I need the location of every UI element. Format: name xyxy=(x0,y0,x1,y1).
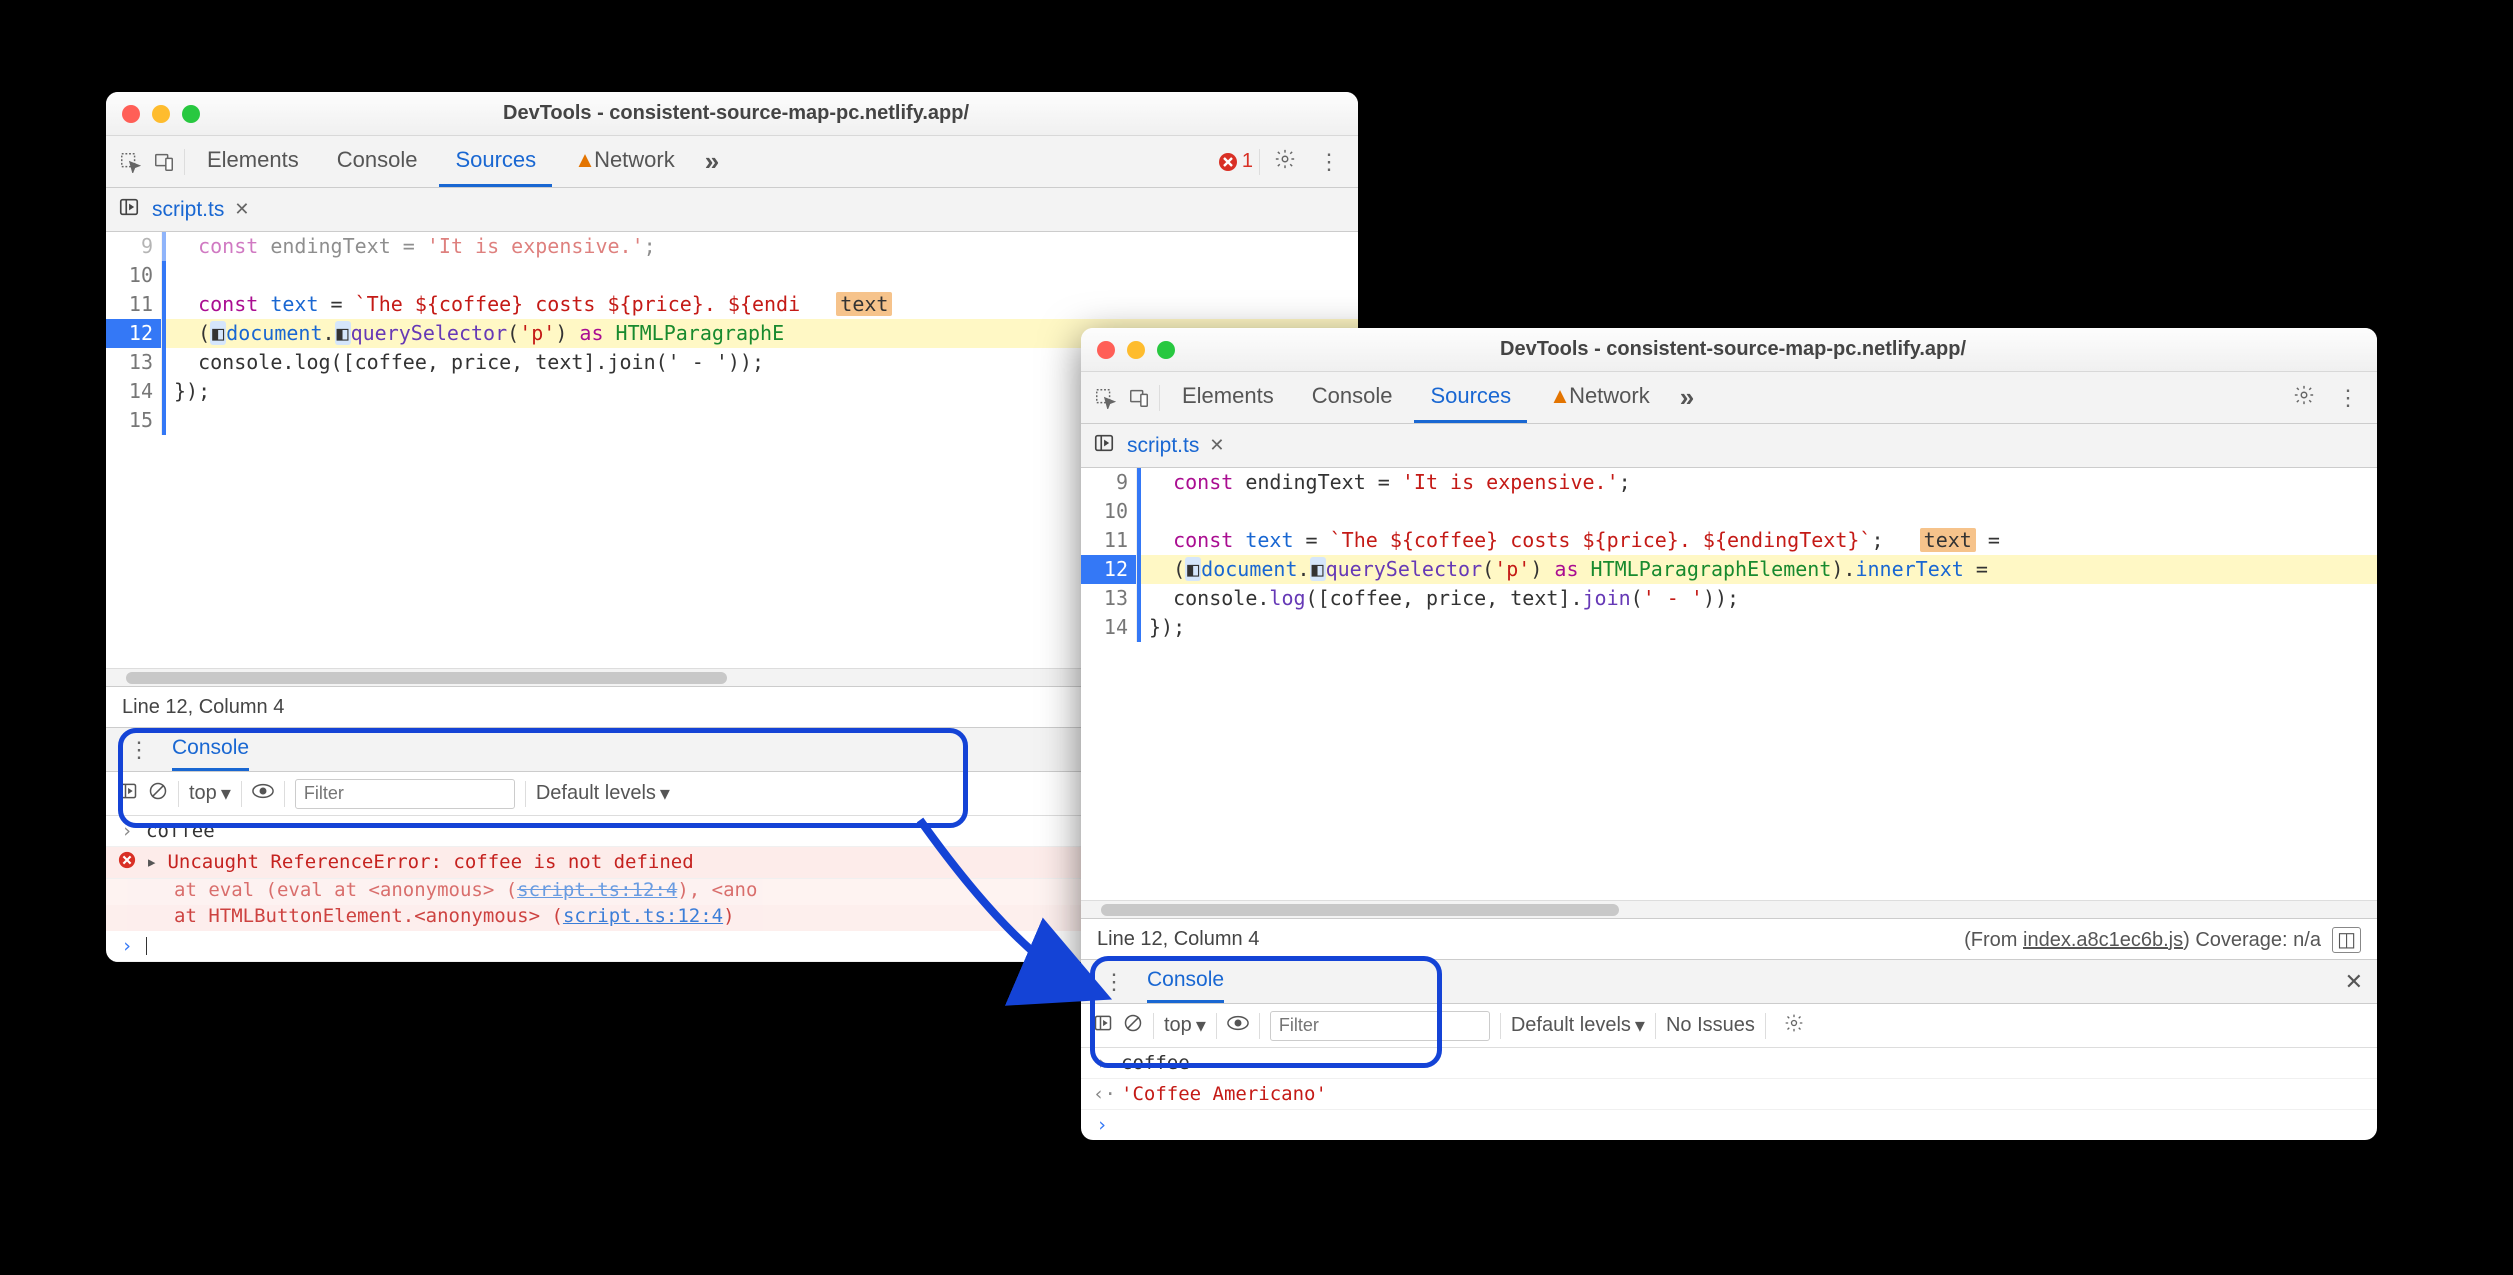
drawer-tabbar: ⋮ Console ✕ xyxy=(1081,960,2377,1004)
close-window-button[interactable] xyxy=(1097,341,1115,359)
tab-elements[interactable]: Elements xyxy=(1166,372,1290,423)
horizontal-scrollbar[interactable] xyxy=(1081,900,2377,918)
device-toggle-icon[interactable] xyxy=(150,151,178,173)
context-selector[interactable]: top ▾ xyxy=(189,781,231,806)
navigator-toggle-icon[interactable] xyxy=(118,196,140,224)
file-tab[interactable]: script.ts ✕ xyxy=(1127,434,1224,458)
tab-console[interactable]: Console xyxy=(321,136,434,187)
chevron-down-icon: ▾ xyxy=(660,781,670,806)
filter-input[interactable] xyxy=(295,779,515,809)
chevron-down-icon: ▾ xyxy=(221,781,231,806)
window-title: DevTools - consistent-source-map-pc.netl… xyxy=(210,102,1262,125)
settings-icon[interactable] xyxy=(2285,384,2323,412)
tab-sources[interactable]: Sources xyxy=(1414,372,1527,423)
tab-sources[interactable]: Sources xyxy=(439,136,552,187)
editor-statusbar: Line 12, Column 4 (From index.a8c1ec6b.j… xyxy=(1081,918,2377,960)
cursor-position: Line 12, Column 4 xyxy=(1097,928,1259,951)
console-output[interactable]: › coffee ‹· 'Coffee Americano' › xyxy=(1081,1048,2377,1140)
maximize-window-button[interactable] xyxy=(1157,341,1175,359)
console-sidebar-toggle-icon[interactable] xyxy=(1093,1013,1113,1039)
stack-link[interactable]: script.ts:12:4 xyxy=(517,879,677,901)
device-toggle-icon[interactable] xyxy=(1125,387,1153,409)
close-drawer-icon[interactable]: ✕ xyxy=(2345,969,2363,995)
sourcemap-from: (From index.a8c1ec6b.js) Coverage: n/a ◫ xyxy=(1964,927,2361,952)
console-prompt-row[interactable]: › xyxy=(1081,1110,2377,1140)
chevron-down-icon: ▾ xyxy=(1196,1013,1206,1038)
inspect-icon[interactable] xyxy=(116,151,144,173)
console-toolbar: top ▾ Default levels ▾ No Issues xyxy=(1081,1004,2377,1048)
log-levels-selector[interactable]: Default levels ▾ xyxy=(536,781,670,806)
tabs-overflow-button[interactable]: » xyxy=(1672,382,1702,413)
close-file-icon[interactable]: ✕ xyxy=(1209,435,1224,456)
console-settings-icon[interactable] xyxy=(1776,1013,1812,1039)
titlebar: DevTools - consistent-source-map-pc.netl… xyxy=(1081,328,2377,372)
titlebar: DevTools - consistent-source-map-pc.netl… xyxy=(106,92,1358,136)
log-levels-selector[interactable]: Default levels ▾ xyxy=(1511,1013,1645,1038)
warning-icon: ▲ xyxy=(574,147,596,173)
main-tabbar: Elements Console Sources ▲ Network » 1 ⋮ xyxy=(106,136,1358,188)
live-expression-icon[interactable] xyxy=(1227,1014,1249,1037)
clear-console-icon[interactable] xyxy=(1123,1013,1143,1039)
prompt-icon: › xyxy=(1093,1052,1111,1074)
navigator-toggle-icon[interactable] xyxy=(1093,432,1115,460)
drawer-tab-console[interactable]: Console xyxy=(1147,960,1224,1003)
tab-console[interactable]: Console xyxy=(1296,372,1409,423)
context-selector[interactable]: top ▾ xyxy=(1164,1013,1206,1038)
file-tab[interactable]: script.ts ✕ xyxy=(152,198,249,222)
live-expression-icon[interactable] xyxy=(252,782,274,805)
settings-icon[interactable] xyxy=(1266,148,1304,176)
result-icon: ‹· xyxy=(1093,1083,1111,1105)
error-icon xyxy=(118,851,136,874)
maximize-window-button[interactable] xyxy=(182,105,200,123)
console-result-row: ‹· 'Coffee Americano' xyxy=(1081,1079,2377,1110)
tabs-overflow-button[interactable]: » xyxy=(697,146,727,177)
prompt-icon: › xyxy=(118,820,136,842)
window-title: DevTools - consistent-source-map-pc.netl… xyxy=(1185,338,2281,361)
prompt-icon: › xyxy=(1093,1114,1111,1136)
code-editor[interactable]: 9 const endingText = 'It is expensive.';… xyxy=(1081,468,2377,900)
cursor xyxy=(146,937,147,955)
cursor-position: Line 12, Column 4 xyxy=(122,696,284,719)
more-menu-icon[interactable]: ⋮ xyxy=(1310,149,1348,175)
no-issues-label[interactable]: No Issues xyxy=(1666,1014,1755,1037)
coverage-toggle-icon[interactable]: ◫ xyxy=(2332,927,2361,953)
drawer-more-icon[interactable]: ⋮ xyxy=(1095,969,1133,995)
tab-network[interactable]: ▲ Network xyxy=(558,136,691,187)
drawer-more-icon[interactable]: ⋮ xyxy=(120,737,158,763)
sourcemap-link[interactable]: index.a8c1ec6b.js xyxy=(2023,929,2183,951)
inspect-icon[interactable] xyxy=(1091,387,1119,409)
expand-arrow-icon[interactable]: ▸ xyxy=(146,851,157,873)
stack-link[interactable]: script.ts:12:4 xyxy=(563,905,723,927)
more-menu-icon[interactable]: ⋮ xyxy=(2329,385,2367,411)
warning-icon: ▲ xyxy=(1549,383,1571,409)
minimize-window-button[interactable] xyxy=(152,105,170,123)
minimize-window-button[interactable] xyxy=(1127,341,1145,359)
chevron-down-icon: ▾ xyxy=(1635,1013,1645,1038)
clear-console-icon[interactable] xyxy=(148,781,168,807)
close-window-button[interactable] xyxy=(122,105,140,123)
filter-input[interactable] xyxy=(1270,1011,1490,1041)
error-count-badge[interactable]: 1 xyxy=(1218,150,1253,173)
tab-network[interactable]: ▲ Network xyxy=(1533,372,1666,423)
prompt-icon: › xyxy=(118,935,136,957)
main-tabbar: Elements Console Sources ▲ Network » ⋮ xyxy=(1081,372,2377,424)
console-input-row: › coffee xyxy=(1081,1048,2377,1079)
drawer-tab-console[interactable]: Console xyxy=(172,728,249,771)
tab-elements[interactable]: Elements xyxy=(191,136,315,187)
close-file-icon[interactable]: ✕ xyxy=(234,199,249,220)
console-sidebar-toggle-icon[interactable] xyxy=(118,781,138,807)
